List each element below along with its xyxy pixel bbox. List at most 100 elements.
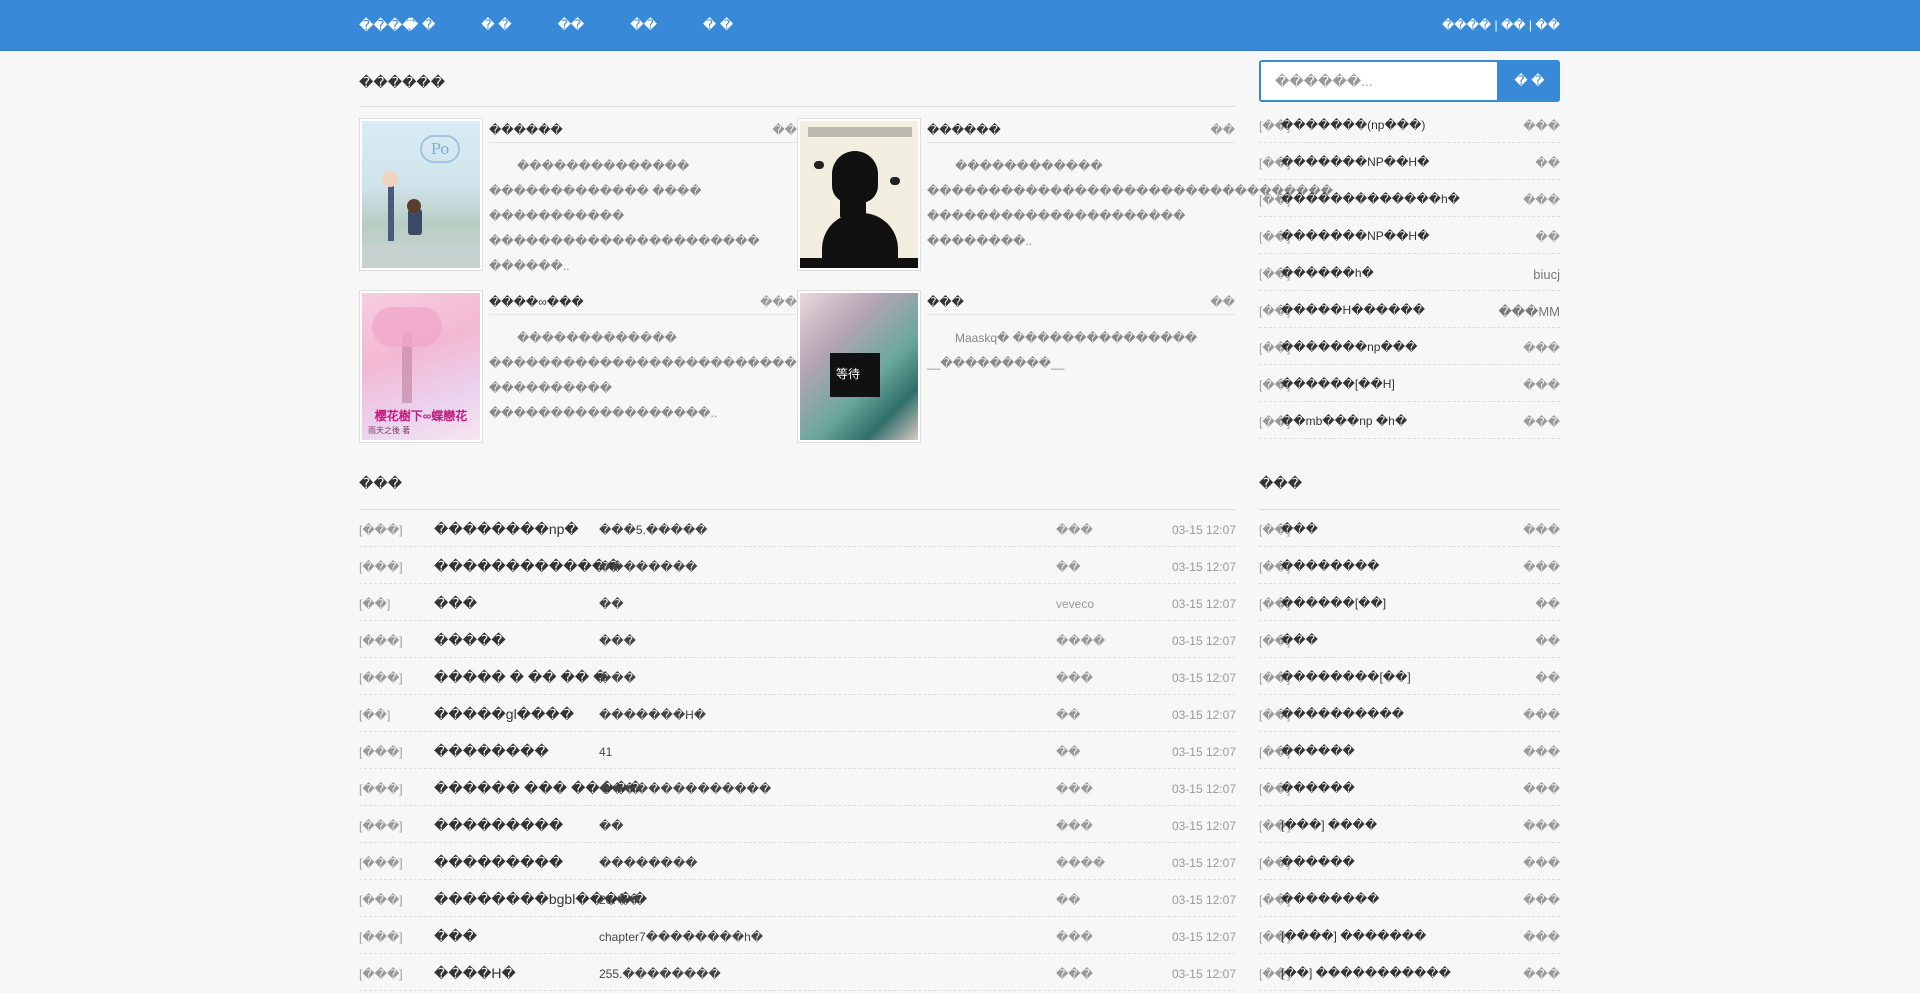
row-chapter[interactable]: �� [599, 819, 624, 833]
search-input[interactable]: ������... [1259, 60, 1499, 102]
row-author[interactable]: ��� [1056, 523, 1093, 537]
item-book-title[interactable]: ��������[��] [1281, 670, 1411, 684]
row-author[interactable]: �� [1056, 708, 1081, 722]
row-chapter[interactable]: ���5.����� [599, 523, 707, 537]
row-chapter[interactable]: �������� [599, 856, 697, 870]
row-book-title[interactable]: ����� � �� �� � [434, 669, 607, 686]
item-book-title[interactable]: ������ [1281, 744, 1355, 758]
row-category[interactable]: [���] [359, 930, 403, 944]
row-chapter[interactable]: chapter7��������h� [599, 930, 763, 944]
item-author[interactable]: ��� [1523, 819, 1560, 833]
row-book-title[interactable]: ��������� [434, 854, 563, 871]
row-chapter[interactable]: �������������� [599, 782, 771, 796]
item-author[interactable]: ��� [1523, 708, 1560, 722]
row-chapter[interactable]: 41 [599, 745, 612, 759]
row-author[interactable]: ��� [1056, 782, 1093, 796]
book-cover[interactable]: 等待 [797, 290, 921, 443]
row-author[interactable]: �� [1056, 745, 1081, 759]
nav-item-1[interactable]: � � [405, 17, 435, 33]
login-link[interactable]: �� [1501, 18, 1526, 32]
item-book-title[interactable]: �������� [1281, 892, 1379, 906]
item-book-title[interactable]: [��] ����������� [1281, 966, 1451, 980]
item-book-title[interactable]: ��� [1281, 522, 1318, 536]
row-author[interactable]: ���� [1056, 634, 1105, 648]
item-author[interactable]: ��� [1523, 378, 1560, 392]
row-category[interactable]: [���] [359, 967, 403, 981]
item-book-title[interactable]: ������[��] [1281, 596, 1386, 610]
item-book-title[interactable]: ��� [1281, 633, 1318, 647]
register-link[interactable]: �� [1535, 18, 1560, 32]
search-button[interactable]: � � [1499, 60, 1560, 102]
item-book-title[interactable]: [����] ������� [1281, 929, 1426, 943]
row-author[interactable]: ��� [1056, 930, 1093, 944]
row-category[interactable]: [���] [359, 819, 403, 833]
row-chapter[interactable]: �� [599, 597, 624, 611]
item-author[interactable]: biucj [1533, 267, 1560, 282]
row-book-title[interactable]: �����gl���� [434, 706, 574, 723]
row-category[interactable]: [���] [359, 671, 403, 685]
item-book-title[interactable]: �������NP��H� [1281, 155, 1429, 169]
row-author[interactable]: ���� [1056, 856, 1105, 870]
item-author[interactable]: �� [1535, 597, 1560, 611]
item-author[interactable]: ��� [1523, 967, 1560, 981]
row-category[interactable]: [���] [359, 560, 403, 574]
book-title[interactable]: ��� [927, 295, 964, 309]
row-book-title[interactable]: ��� [434, 595, 477, 612]
row-category[interactable]: [���] [359, 856, 403, 870]
book-author[interactable]: �� [1210, 123, 1235, 137]
book-author[interactable]: ��� [760, 295, 797, 309]
row-chapter[interactable]: ��� [599, 634, 636, 648]
item-book-title[interactable]: �����H������ [1281, 303, 1425, 317]
row-chapter[interactable]: �������� [599, 560, 697, 574]
book-author[interactable]: �� [772, 123, 797, 137]
row-category[interactable]: [���] [359, 745, 403, 759]
row-category[interactable]: [���] [359, 523, 403, 537]
item-book-title[interactable]: �������np��� [1281, 340, 1417, 354]
item-book-title[interactable]: ���������� [1281, 707, 1404, 721]
item-book-title[interactable]: �������(np���) [1281, 118, 1425, 132]
auth-link-1[interactable]: ���� [1442, 18, 1491, 32]
row-book-title[interactable]: ����� [434, 632, 506, 649]
book-title[interactable]: ����∞��� [489, 295, 584, 309]
item-author[interactable]: ��� [1523, 782, 1560, 796]
nav-item-4[interactable]: �� [630, 17, 657, 33]
row-author[interactable]: �� [1056, 893, 1081, 907]
book-cover[interactable]: 樱花樹下∞蝶戀花 雨天之後 著 [359, 290, 483, 443]
item-author[interactable]: ��� [1523, 856, 1560, 870]
item-book-title[interactable]: ������h� [1281, 266, 1374, 280]
item-book-title[interactable]: [���] ���� [1281, 818, 1377, 832]
row-category[interactable]: [���] [359, 893, 403, 907]
row-book-title[interactable]: ������������� [434, 558, 621, 575]
item-book-title[interactable]: ��mb���np �h� [1281, 414, 1407, 428]
row-author[interactable]: ��� [1056, 671, 1093, 685]
item-book-title[interactable]: �������� [1281, 559, 1379, 573]
item-book-title[interactable]: �������������h� [1281, 192, 1460, 206]
row-author[interactable]: �� [1056, 560, 1081, 574]
item-author[interactable]: ��� [1523, 193, 1560, 207]
book-title[interactable]: ������ [489, 123, 563, 137]
book-cover[interactable]: Po [359, 118, 483, 271]
row-chapter[interactable]: �������H� [599, 708, 706, 722]
item-author[interactable]: ��� [1523, 745, 1560, 759]
item-author[interactable]: �� [1535, 230, 1560, 244]
item-author[interactable]: �� [1535, 634, 1560, 648]
item-author[interactable]: ��� [1523, 119, 1560, 133]
nav-item-2[interactable]: � � [481, 17, 511, 33]
item-author[interactable]: ��� [1523, 341, 1560, 355]
item-book-title[interactable]: �������NP��H� [1281, 229, 1429, 243]
row-category[interactable]: [���] [359, 634, 403, 648]
row-author[interactable]: ��� [1056, 819, 1093, 833]
row-category[interactable]: [��] [359, 708, 390, 722]
row-chapter[interactable]: 255.�������� [599, 967, 721, 981]
book-author[interactable]: �� [1210, 295, 1235, 309]
item-author[interactable]: ���MM [1498, 304, 1560, 320]
nav-item-3[interactable]: �� [558, 17, 585, 33]
nav-item-5[interactable]: � � [703, 17, 733, 33]
item-author[interactable]: ��� [1523, 930, 1560, 944]
item-author[interactable]: ��� [1523, 893, 1560, 907]
item-author[interactable]: ��� [1523, 415, 1560, 429]
row-author[interactable]: veveco [1056, 597, 1094, 611]
row-book-title[interactable]: ��� [434, 928, 477, 945]
item-author[interactable]: ��� [1523, 560, 1560, 574]
book-cover[interactable] [797, 118, 921, 271]
